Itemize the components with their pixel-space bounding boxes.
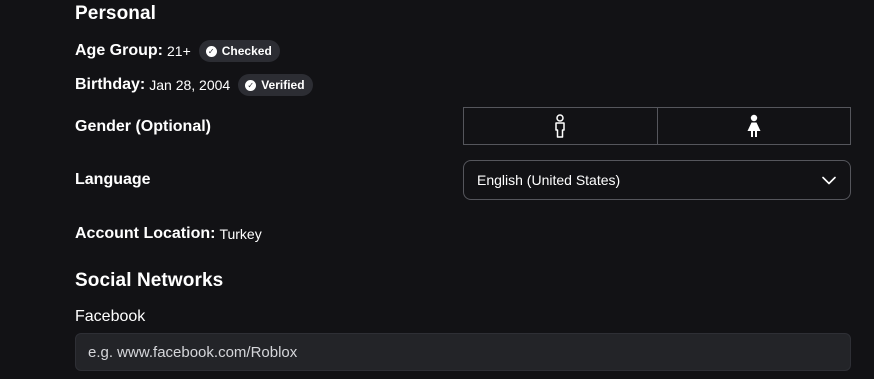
female-person-icon	[747, 114, 761, 137]
language-select[interactable]: English (United States)	[463, 160, 851, 200]
gender-label: Gender (Optional)	[75, 118, 211, 135]
social-networks-section-title: Social Networks	[75, 270, 224, 291]
age-group-row: Age Group: 21+ ✓ Checked	[75, 40, 280, 62]
personal-section-title: Personal	[75, 3, 157, 24]
account-location-label: Account Location:	[75, 225, 216, 242]
age-group-value: 21+	[167, 43, 191, 59]
verified-badge-label: Verified	[261, 78, 305, 92]
gender-selector	[463, 107, 851, 145]
language-label: Language	[75, 171, 151, 188]
birthday-value: Jan 28, 2004	[149, 77, 231, 93]
account-location-value: Turkey	[219, 226, 262, 242]
check-circle-icon: ✓	[205, 45, 217, 57]
birthday-row: Birthday: Jan 28, 2004 ✓ Verified	[75, 74, 313, 96]
account-location-row: Account Location: Turkey	[75, 223, 262, 245]
facebook-label: Facebook	[75, 308, 146, 325]
checked-badge-label: Checked	[221, 44, 272, 58]
chevron-down-icon	[822, 176, 836, 184]
male-person-icon	[555, 114, 565, 138]
verified-badge: ✓ Verified	[238, 74, 313, 96]
gender-option-male[interactable]	[464, 108, 657, 144]
age-group-label: Age Group:	[75, 42, 163, 59]
language-selected-value: English (United States)	[477, 172, 621, 188]
gender-option-female[interactable]	[656, 108, 851, 144]
birthday-label: Birthday:	[75, 76, 146, 93]
check-circle-icon: ✓	[245, 79, 257, 91]
checked-badge: ✓ Checked	[198, 40, 280, 62]
facebook-input[interactable]	[75, 333, 851, 371]
